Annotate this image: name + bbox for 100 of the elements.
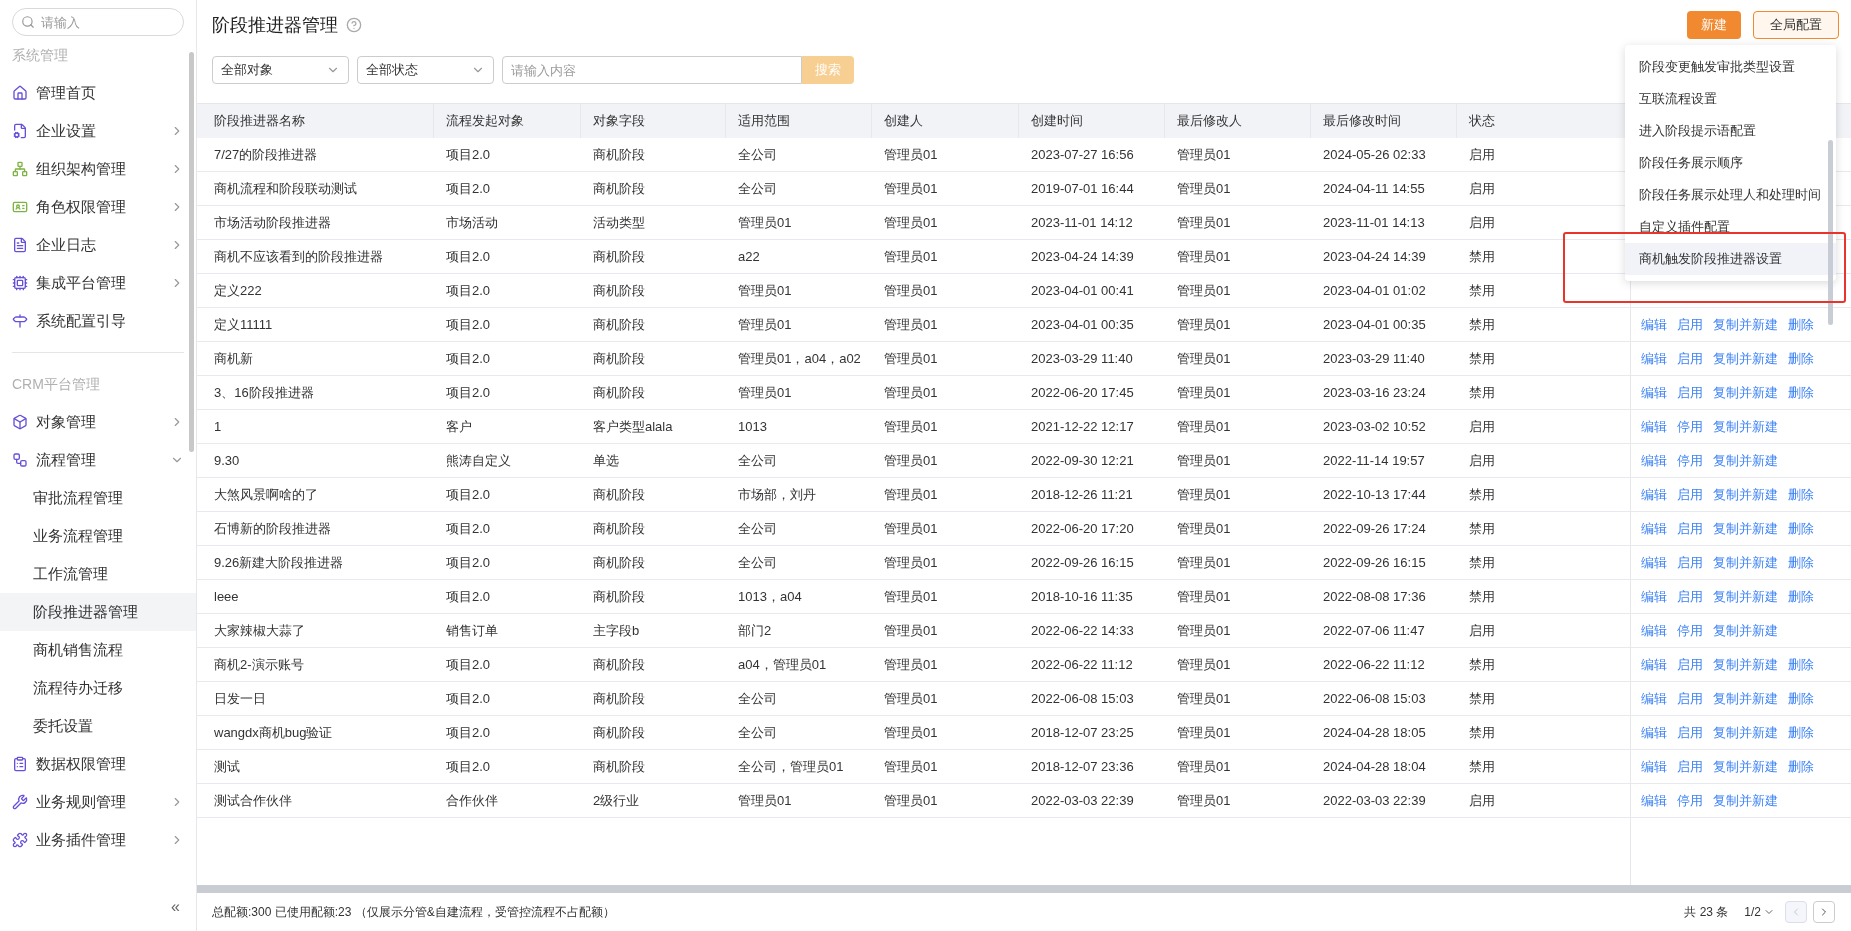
table-cell-text: 全公司，管理员01	[737, 757, 845, 776]
action-link[interactable]: 复制并新建	[1713, 654, 1778, 675]
action-link[interactable]: 编辑	[1641, 790, 1667, 811]
action-link[interactable]: 启用	[1677, 586, 1703, 607]
action-link[interactable]: 复制并新建	[1713, 518, 1778, 539]
action-link[interactable]: 复制并新建	[1713, 790, 1778, 811]
nav-item[interactable]: 组织架构管理	[12, 150, 184, 188]
next-page-button[interactable]	[1813, 901, 1835, 923]
action-link[interactable]: 启用	[1677, 314, 1703, 335]
previous-page-button[interactable]	[1785, 901, 1807, 923]
action-link[interactable]: 删除	[1788, 382, 1814, 403]
status-select[interactable]: 全部状态	[357, 56, 494, 84]
nav-subitem[interactable]: 委托设置	[0, 707, 196, 745]
config-button[interactable]: 全局配置	[1753, 11, 1839, 39]
menu-item[interactable]: 阶段任务展示处理人和处理时间	[1625, 179, 1836, 211]
nav-subitem[interactable]: 工作流管理	[0, 555, 196, 593]
action-link[interactable]: 编辑	[1641, 756, 1667, 777]
table-cell-text: 管理员01，a04，a02	[737, 349, 862, 368]
nav-item[interactable]: 业务插件管理	[12, 821, 184, 859]
action-link[interactable]: 编辑	[1641, 586, 1667, 607]
table-cell-text: 2022-06-08 15:03	[1030, 689, 1135, 708]
nav-item[interactable]: 业务规则管理	[12, 783, 184, 821]
new-button[interactable]: 新建	[1687, 11, 1741, 39]
table-cell-text: 管理员01	[883, 485, 939, 504]
table-cell-text: 管理员01	[1176, 757, 1232, 776]
action-link[interactable]: 启用	[1677, 484, 1703, 505]
action-link[interactable]: 复制并新建	[1713, 620, 1778, 641]
table-cell-text: 管理员01	[1176, 247, 1232, 266]
action-link[interactable]: 编辑	[1641, 518, 1667, 539]
action-link[interactable]: 删除	[1788, 484, 1814, 505]
object-select[interactable]: 全部对象	[212, 56, 349, 84]
action-link[interactable]: 编辑	[1641, 620, 1667, 641]
menu-item[interactable]: 阶段变更触发审批类型设置	[1625, 51, 1836, 83]
nav-item[interactable]: 对象管理	[12, 403, 184, 441]
table-cell-text: 全公司	[737, 689, 778, 708]
action-link[interactable]: 编辑	[1641, 688, 1667, 709]
page-select[interactable]: 1/2	[1744, 903, 1775, 921]
action-link[interactable]: 启用	[1677, 382, 1703, 403]
menu-item[interactable]: 商机触发阶段推进器设置	[1625, 243, 1836, 275]
collapse-button[interactable]: «	[171, 895, 180, 919]
action-link[interactable]: 编辑	[1641, 416, 1667, 437]
nav-subitem[interactable]: 阶段推进器管理	[0, 593, 196, 631]
nav-item[interactable]: 数据权限管理	[12, 745, 184, 783]
action-link[interactable]: 启用	[1677, 348, 1703, 369]
help-icon[interactable]	[346, 17, 362, 33]
nav-subitem[interactable]: 商机销售流程	[0, 631, 196, 669]
table-cell-text: 2022-09-26 16:15	[1322, 553, 1427, 572]
nav-item[interactable]: 企业设置	[12, 112, 184, 150]
action-link[interactable]: 编辑	[1641, 654, 1667, 675]
action-link[interactable]: 编辑	[1641, 552, 1667, 573]
table-cell-text: 1013，a04	[737, 587, 803, 606]
action-link[interactable]: 启用	[1677, 756, 1703, 777]
action-link[interactable]: 停用	[1677, 416, 1703, 437]
action-link[interactable]: 复制并新建	[1713, 722, 1778, 743]
action-link[interactable]: 复制并新建	[1713, 552, 1778, 573]
nav-item[interactable]: 系统配置引导	[12, 302, 184, 340]
action-link[interactable]: 删除	[1788, 654, 1814, 675]
table-cell-text: 2024-05-26 02:33	[1322, 145, 1427, 164]
action-link[interactable]: 复制并新建	[1713, 756, 1778, 777]
search-field[interactable]: 请输入	[12, 8, 184, 36]
action-link[interactable]: 启用	[1677, 688, 1703, 709]
action-link[interactable]: 复制并新建	[1713, 450, 1778, 471]
nav-subitem[interactable]: 业务流程管理	[0, 517, 196, 555]
nav-item[interactable]: 企业日志	[12, 226, 184, 264]
search-field[interactable]: 请输入内容	[502, 56, 802, 84]
action-link[interactable]: 编辑	[1641, 348, 1667, 369]
nav-subitem[interactable]: 审批流程管理	[0, 479, 196, 517]
action-link[interactable]: 复制并新建	[1713, 382, 1778, 403]
action-link[interactable]: 删除	[1788, 518, 1814, 539]
action-link[interactable]: 编辑	[1641, 484, 1667, 505]
action-link[interactable]: 删除	[1788, 552, 1814, 573]
action-link[interactable]: 删除	[1788, 314, 1814, 335]
action-link[interactable]: 删除	[1788, 756, 1814, 777]
action-link[interactable]: 停用	[1677, 620, 1703, 641]
action-link[interactable]: 复制并新建	[1713, 586, 1778, 607]
nav-item[interactable]: 集成平台管理	[12, 264, 184, 302]
action-link[interactable]: 复制并新建	[1713, 348, 1778, 369]
action-link[interactable]: 复制并新建	[1713, 688, 1778, 709]
action-link[interactable]: 编辑	[1641, 382, 1667, 403]
action-link[interactable]: 复制并新建	[1713, 484, 1778, 505]
action-link[interactable]: 编辑	[1641, 314, 1667, 335]
action-link[interactable]: 启用	[1677, 722, 1703, 743]
action-link[interactable]: 删除	[1788, 348, 1814, 369]
action-link[interactable]: 停用	[1677, 790, 1703, 811]
action-link[interactable]: 删除	[1788, 586, 1814, 607]
action-link[interactable]: 复制并新建	[1713, 314, 1778, 335]
action-link[interactable]: 停用	[1677, 450, 1703, 471]
action-link[interactable]: 复制并新建	[1713, 416, 1778, 437]
action-link[interactable]: 编辑	[1641, 450, 1667, 471]
action-link[interactable]: 启用	[1677, 654, 1703, 675]
nav-item[interactable]: 流程管理	[12, 441, 184, 479]
action-link[interactable]: 删除	[1788, 722, 1814, 743]
action-link[interactable]: 删除	[1788, 688, 1814, 709]
action-link[interactable]: 启用	[1677, 518, 1703, 539]
nav-item[interactable]: 角色权限管理	[12, 188, 184, 226]
action-link[interactable]: 编辑	[1641, 722, 1667, 743]
nav-subitem[interactable]: 流程待办迁移	[0, 669, 196, 707]
menu-item[interactable]: 阶段任务展示顺序	[1625, 147, 1836, 179]
nav-item[interactable]: 管理首页	[12, 74, 184, 112]
action-link[interactable]: 启用	[1677, 552, 1703, 573]
